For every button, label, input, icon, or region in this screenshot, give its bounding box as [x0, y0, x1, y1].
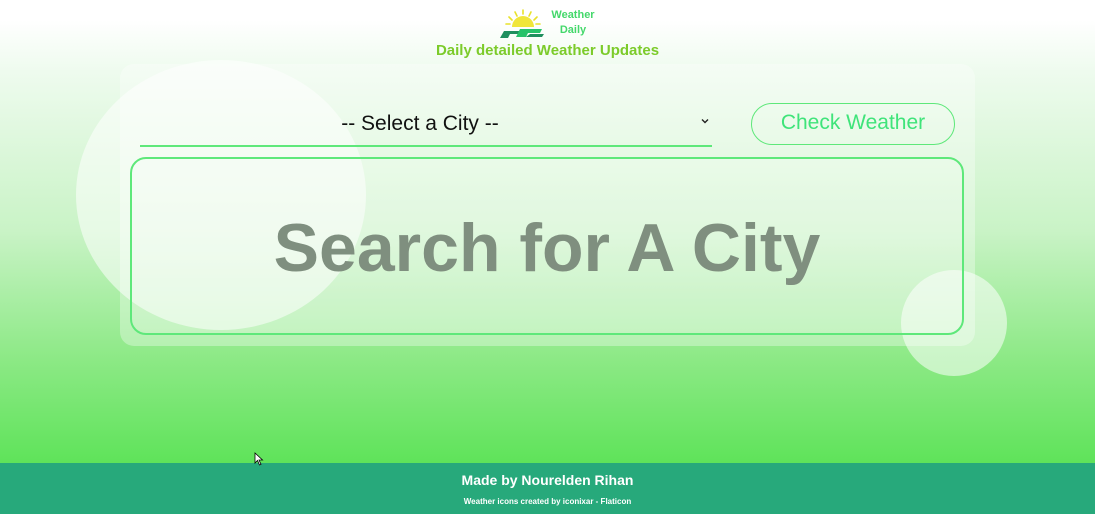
check-weather-button[interactable]: Check Weather — [751, 103, 955, 145]
site-footer: Made by Nourelden Rihan Weather icons cr… — [0, 463, 1095, 514]
search-prompt-text: Search for A City — [273, 210, 821, 286]
logo-text-line2: Daily — [559, 24, 587, 36]
weather-result-panel: Search for A City — [130, 157, 964, 335]
footer-author: Made by Nourelden Rihan — [461, 472, 634, 488]
chevron-down-icon — [701, 119, 709, 124]
site-logo[interactable]: Weather Daily — [498, 7, 598, 43]
sun-cloud-logo-icon — [500, 9, 544, 38]
site-header: Weather Daily Daily detailed Weather Upd… — [0, 0, 1095, 62]
mouse-cursor-icon — [254, 452, 264, 466]
city-select[interactable]: -- Select a City -- — [140, 104, 712, 147]
logo-text: Weather Daily — [548, 8, 598, 42]
footer-icon-credit[interactable]: Weather icons created by iconixar - Flat… — [0, 497, 1095, 506]
logo-text-line1: Weather — [551, 9, 595, 21]
city-select-value: -- Select a City -- — [341, 112, 499, 135]
site-tagline: Daily detailed Weather Updates — [435, 42, 660, 59]
